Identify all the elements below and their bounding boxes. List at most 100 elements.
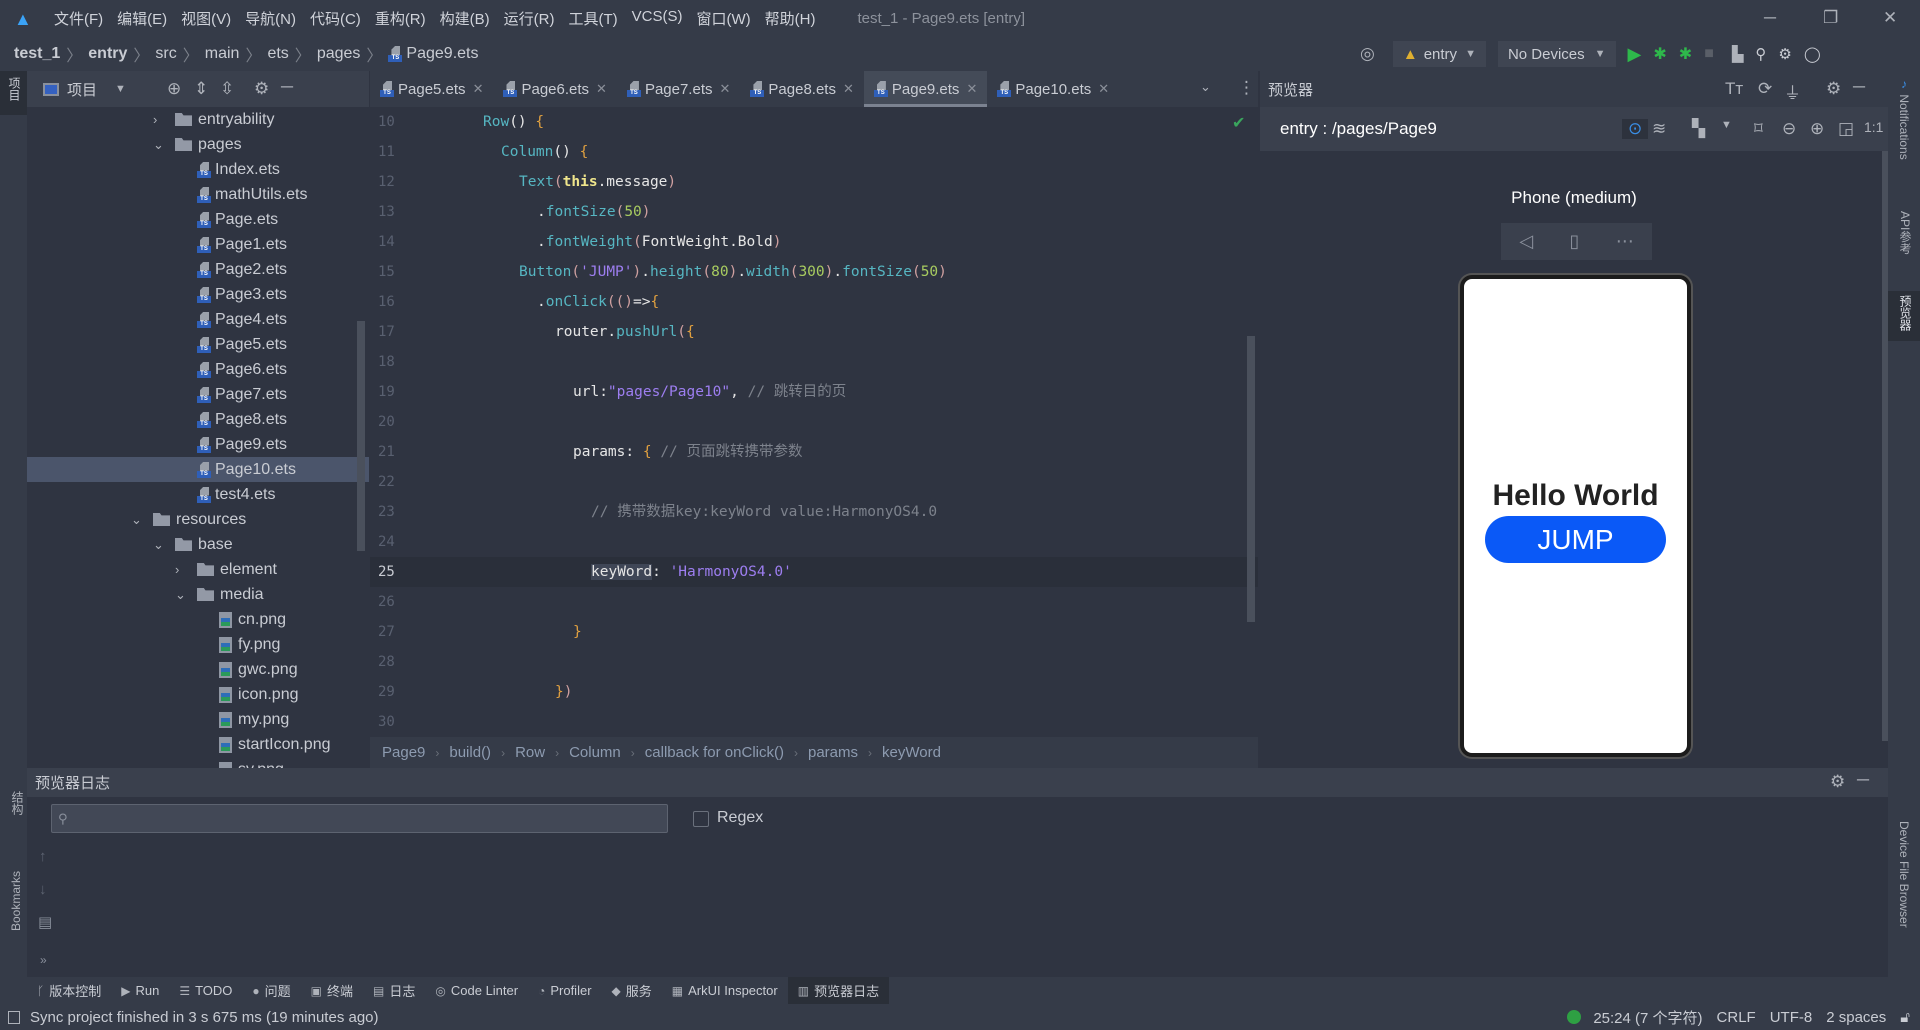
editor-breadcrumb-item[interactable]: Page9: [382, 744, 425, 761]
menu-item[interactable]: 文件(F): [54, 8, 103, 29]
lock-icon[interactable]: 🔓︎: [1900, 1009, 1910, 1026]
tool-window-button[interactable]: ▤ 日志: [363, 977, 425, 1004]
menu-item[interactable]: 重构(R): [375, 8, 426, 29]
status-toggle-icon[interactable]: [8, 1010, 20, 1024]
tree-item[interactable]: icon.png: [27, 682, 369, 707]
cursor-position[interactable]: 25:24 (7 个字符): [1593, 1007, 1702, 1028]
chevron-down-icon[interactable]: ⌄: [175, 587, 197, 603]
menu-item[interactable]: 代码(C): [310, 8, 361, 29]
editor-breadcrumb-item[interactable]: params: [808, 744, 858, 761]
close-tab-icon[interactable]: ✕: [966, 81, 977, 97]
editor-breadcrumb-item[interactable]: Row: [515, 744, 545, 761]
project-view-label[interactable]: 项目: [67, 79, 97, 100]
multi-device-icon[interactable]: ▚: [1692, 119, 1705, 139]
more-chevron-icon[interactable]: »: [40, 953, 47, 967]
hide-icon[interactable]: ─: [1853, 77, 1865, 97]
editor-tab[interactable]: Page7.ets ✕: [617, 71, 740, 107]
tool-window-button[interactable]: ▣ 终端: [301, 977, 363, 1004]
code-area[interactable]: 10 Row() {11 Column() {12 Text(this.message…: [370, 107, 1258, 737]
project-tool-button[interactable]: 项目: [0, 71, 27, 115]
fit-icon[interactable]: ⌑: [1754, 119, 1763, 139]
tree-item[interactable]: Page3.ets: [27, 282, 369, 307]
api-reference-tool-button[interactable]: API参考: [1897, 211, 1914, 254]
expand-all-icon[interactable]: ⇕: [194, 79, 208, 99]
tree-item[interactable]: Page5.ets: [27, 332, 369, 357]
editor-tab[interactable]: Page5.ets ✕: [370, 71, 493, 107]
close-tab-icon[interactable]: ✕: [1098, 81, 1109, 97]
breadcrumb-item[interactable]: src: [155, 45, 176, 63]
layers-icon[interactable]: ≋: [1652, 119, 1666, 139]
breadcrumb-item[interactable]: pages: [317, 45, 361, 63]
attach-debugger-icon[interactable]: ✱: [1679, 44, 1692, 64]
close-tab-icon[interactable]: ✕: [596, 81, 607, 97]
bookmarks-tool-button[interactable]: Bookmarks: [9, 871, 23, 931]
more-icon[interactable]: ⋯: [1616, 231, 1634, 252]
chevron-down-icon[interactable]: ▼: [1721, 119, 1732, 131]
tree-item[interactable]: ⌄ media: [27, 582, 369, 607]
tree-item[interactable]: Page7.ets: [27, 382, 369, 407]
module-select[interactable]: ▲ entry ▼: [1392, 41, 1486, 67]
refresh-icon[interactable]: ⟳: [1758, 79, 1772, 99]
back-icon[interactable]: ◁: [1519, 231, 1533, 252]
minimize-button[interactable]: ─: [1764, 8, 1776, 28]
tree-item[interactable]: Page9.ets: [27, 432, 369, 457]
run-icon[interactable]: ▶: [1628, 44, 1642, 65]
restore-button[interactable]: ❐: [1823, 8, 1838, 28]
breadcrumb-item[interactable]: test_1: [14, 45, 60, 63]
editor-scrollbar[interactable]: [1247, 336, 1255, 622]
tool-window-button[interactable]: ◔ Profiler: [528, 977, 601, 1004]
tool-window-button[interactable]: ▦ ArkUI Inspector: [662, 977, 788, 1004]
file-encoding[interactable]: UTF-8: [1770, 1009, 1813, 1026]
device-file-browser-tool-button[interactable]: Device File Browser: [1897, 821, 1911, 928]
hide-icon[interactable]: ─: [281, 77, 293, 97]
chevron-down-icon[interactable]: ⌄: [131, 512, 153, 528]
notifications-tool-button[interactable]: ♪ Notifications: [1897, 77, 1911, 160]
tree-item[interactable]: startIcon.png: [27, 732, 369, 757]
editor-breadcrumb-item[interactable]: Column: [569, 744, 621, 761]
project-structure-icon[interactable]: ▙: [1732, 45, 1744, 63]
tool-window-button[interactable]: ● 问题: [242, 977, 300, 1004]
regex-checkbox[interactable]: [693, 811, 709, 827]
tree-item[interactable]: Page6.ets: [27, 357, 369, 382]
tool-window-button[interactable]: ᚴ 版本控制: [27, 977, 111, 1004]
editor-tab[interactable]: Page8.ets ✕: [740, 71, 863, 107]
editor-breadcrumb-item[interactable]: keyWord: [882, 744, 941, 761]
tool-window-button[interactable]: ▶ Run: [111, 977, 169, 1004]
tool-window-button[interactable]: ▥ 预览器日志: [787, 977, 890, 1004]
font-size-icon[interactable]: Tт: [1725, 79, 1743, 99]
close-tab-icon[interactable]: ✕: [473, 81, 484, 97]
tree-item[interactable]: ⌄ resources: [27, 507, 369, 532]
editor-tab[interactable]: Page9.ets ✕: [863, 71, 988, 107]
gear-icon[interactable]: ⚙: [1826, 79, 1841, 99]
menu-item[interactable]: 工具(T): [568, 8, 617, 29]
tree-item[interactable]: Page2.ets: [27, 257, 369, 282]
stop-icon[interactable]: ■: [1704, 45, 1714, 63]
zoom-out-icon[interactable]: ⊖: [1782, 119, 1796, 139]
tree-item[interactable]: Page4.ets: [27, 307, 369, 332]
tool-window-button[interactable]: ☰ TODO: [169, 977, 242, 1004]
search-icon[interactable]: ⚲: [1755, 45, 1766, 63]
collapse-all-icon[interactable]: ⇳: [220, 79, 234, 99]
breadcrumb-item[interactable]: ets: [267, 45, 288, 63]
tree-item[interactable]: Page1.ets: [27, 232, 369, 257]
editor-tab[interactable]: Page10.ets ✕: [987, 71, 1119, 107]
plug-icon[interactable]: ⏚: [1784, 79, 1801, 104]
editor-tab[interactable]: Page6.ets ✕: [493, 71, 616, 107]
structure-tool-button[interactable]: 结构: [9, 791, 26, 815]
menu-item[interactable]: VCS(S): [632, 8, 683, 29]
tree-scrollbar[interactable]: [357, 321, 365, 551]
gear-icon[interactable]: ⚙: [254, 79, 269, 99]
more-icon[interactable]: ⋮: [1238, 78, 1255, 98]
tree-item[interactable]: › element: [27, 557, 369, 582]
close-button[interactable]: ✕: [1883, 8, 1897, 28]
line-separator[interactable]: CRLF: [1717, 1009, 1756, 1026]
zoom-in-icon[interactable]: ⊕: [1810, 119, 1824, 139]
hide-icon[interactable]: ─: [1857, 770, 1869, 790]
menu-item[interactable]: 运行(R): [504, 8, 555, 29]
log-search-input[interactable]: [73, 811, 654, 826]
tree-item[interactable]: Index.ets: [27, 157, 369, 182]
jump-button[interactable]: JUMP: [1485, 516, 1666, 563]
tree-item[interactable]: sy.png: [27, 757, 369, 768]
chevron-down-icon[interactable]: ▼: [115, 83, 126, 95]
tool-window-button[interactable]: ◎ Code Linter: [425, 977, 528, 1004]
